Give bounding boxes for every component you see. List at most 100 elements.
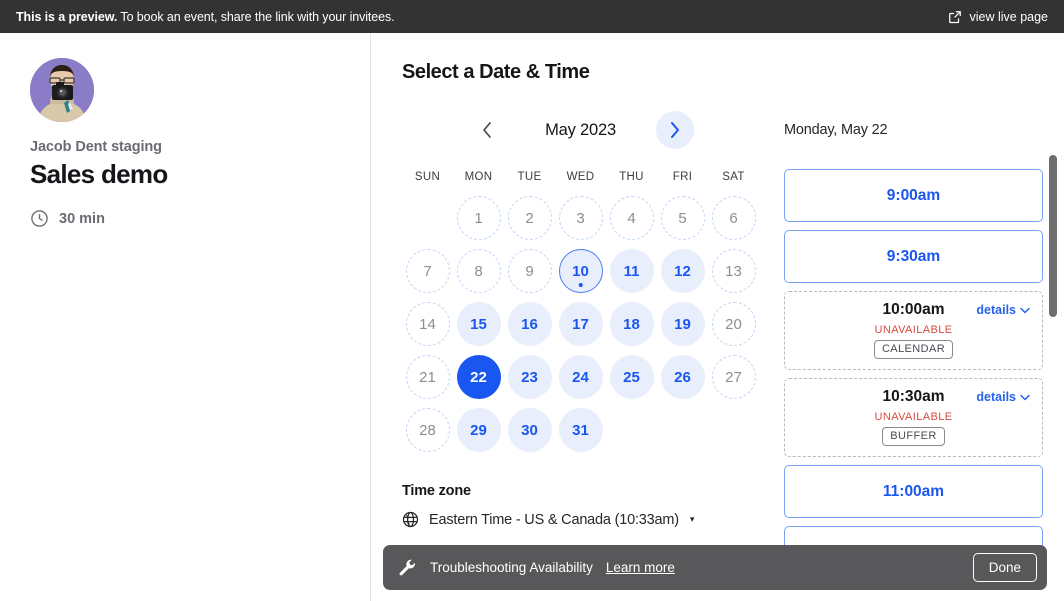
calendar-day-12[interactable]: 12 (661, 249, 705, 293)
calendar-day-cell (402, 192, 453, 244)
preview-banner: This is a preview. To book an event, sha… (0, 0, 1064, 33)
calendar-day-cell: 26 (657, 351, 708, 403)
calendar-day-cell: 20 (708, 298, 759, 350)
done-button[interactable]: Done (973, 553, 1037, 582)
prev-month-button[interactable] (468, 111, 506, 149)
time-slot-button[interactable]: 9:00am (784, 169, 1043, 222)
time-slot-panel: Monday, May 22 9:00am 9:30am 10:00am detail… (784, 111, 1043, 579)
unavailable-slot-card: 10:30amdetailsUNAVAILABLEBUFFER (784, 378, 1043, 457)
calendar-day-cell: 9 (504, 245, 555, 297)
weekday-fri: FRI (657, 171, 708, 183)
details-toggle[interactable]: details (976, 390, 1030, 404)
time-slot-button[interactable]: 9:30am (784, 230, 1043, 283)
calendar-day-cell: 13 (708, 245, 759, 297)
view-live-page-label: view live page (969, 10, 1048, 24)
selected-date-header: Monday, May 22 (784, 111, 1043, 149)
preview-banner-rest: To book an event, share the link with yo… (117, 10, 394, 24)
calendar-day-cell: 18 (606, 298, 657, 350)
calendar-day-cell: 11 (606, 245, 657, 297)
scrollbar-thumb[interactable] (1049, 155, 1057, 317)
weekday-sat: SAT (708, 171, 759, 183)
time-slot-button[interactable]: 11:00am (784, 465, 1043, 518)
calendar-day-25[interactable]: 25 (610, 355, 654, 399)
unavailable-slot-time: 10:30am (882, 388, 944, 406)
details-toggle[interactable]: details (976, 303, 1030, 317)
calendar-day-cell: 31 (555, 404, 606, 456)
unavailable-slot-header: 10:30am details (797, 388, 1030, 406)
calendar-day-cell: 23 (504, 351, 555, 403)
calendar-day-18[interactable]: 18 (610, 302, 654, 346)
calendar-day-cell: 12 (657, 245, 708, 297)
calendar-day-15[interactable]: 15 (457, 302, 501, 346)
calendar-day-24[interactable]: 24 (559, 355, 603, 399)
calendar-day-cell: 27 (708, 351, 759, 403)
calendar-day-cell: 8 (453, 245, 504, 297)
calendar-day-cell: 25 (606, 351, 657, 403)
calendar-day-9: 9 (508, 249, 552, 293)
timezone-selector[interactable]: Eastern Time - US & Canada (10:33am) ▾ (402, 511, 759, 528)
host-name: Jacob Dent staging (30, 139, 370, 155)
calendar-day-11[interactable]: 11 (610, 249, 654, 293)
weekday-sun: SUN (402, 171, 453, 183)
calendar-day-19[interactable]: 19 (661, 302, 705, 346)
calendar-day-empty (661, 408, 705, 452)
calendar-day-22[interactable]: 22 (457, 355, 501, 399)
calendar-day-cell: 17 (555, 298, 606, 350)
calendar-day-cell: 5 (657, 192, 708, 244)
calendar-day-20: 20 (712, 302, 756, 346)
calendar-days-grid: 1234567891011121314151617181920212223242… (402, 192, 759, 456)
scrollbar-track[interactable] (1049, 33, 1057, 601)
calendar-day-cell: 29 (453, 404, 504, 456)
toast-text: Troubleshooting Availability (430, 560, 593, 575)
weekday-mon: MON (453, 171, 504, 183)
today-dot-icon (578, 283, 583, 288)
calendar-day-10[interactable]: 10 (559, 249, 603, 293)
preview-banner-bold: This is a preview. (16, 10, 117, 24)
calendar-day-29[interactable]: 29 (457, 408, 501, 452)
calendar-day-cell: 28 (402, 404, 453, 456)
next-month-button[interactable] (656, 111, 694, 149)
calendar-day-7: 7 (406, 249, 450, 293)
calendar-day-27: 27 (712, 355, 756, 399)
calendar-day-23[interactable]: 23 (508, 355, 552, 399)
unavailable-slot-header: 10:00am details (797, 301, 1030, 319)
calendar-day-cell (657, 404, 708, 456)
calendar-month-label: May 2023 (506, 121, 656, 140)
timezone-section: Time zone Eastern Time - US & Can (402, 483, 759, 528)
calendar-day-cell: 10 (555, 245, 606, 297)
unavailable-reason-badge: BUFFER (882, 427, 944, 446)
calendar-day-cell: 14 (402, 298, 453, 350)
view-live-page-button[interactable]: view live page (948, 10, 1048, 24)
calendar-day-empty (406, 196, 450, 240)
calendar-day-cell: 16 (504, 298, 555, 350)
calendar-day-5: 5 (661, 196, 705, 240)
calendar-day-cell (606, 404, 657, 456)
calendar-day-cell: 3 (555, 192, 606, 244)
weekday-wed: WED (555, 171, 606, 183)
chevron-left-icon (481, 121, 493, 139)
calendar-day-26[interactable]: 26 (661, 355, 705, 399)
calendar-day-16[interactable]: 16 (508, 302, 552, 346)
timezone-value: Eastern Time - US & Canada (10:33am) (429, 512, 679, 528)
calendar-day-30[interactable]: 30 (508, 408, 552, 452)
external-link-icon (948, 10, 962, 24)
calendar-header: May 2023 (402, 111, 759, 149)
calendar-day-31[interactable]: 31 (559, 408, 603, 452)
calendar-day-1: 1 (457, 196, 501, 240)
calendar-day-14: 14 (406, 302, 450, 346)
calendar-day-17[interactable]: 17 (559, 302, 603, 346)
learn-more-link[interactable]: Learn more (606, 560, 675, 575)
avatar (30, 58, 94, 122)
calendar-day-cell: 7 (402, 245, 453, 297)
details-label: details (976, 390, 1016, 404)
unavailable-slot-time: 10:00am (882, 301, 944, 319)
calendar-day-cell: 30 (504, 404, 555, 456)
calendar-day-8: 8 (457, 249, 501, 293)
calendar-day-cell: 1 (453, 192, 504, 244)
scheduler-main: Select a Date & Time May 2023 (371, 33, 1064, 601)
calendar-day-21: 21 (406, 355, 450, 399)
wrench-icon (397, 558, 416, 577)
event-duration-label: 30 min (59, 211, 105, 227)
chevron-right-icon (669, 121, 681, 139)
calendar-day-cell: 19 (657, 298, 708, 350)
